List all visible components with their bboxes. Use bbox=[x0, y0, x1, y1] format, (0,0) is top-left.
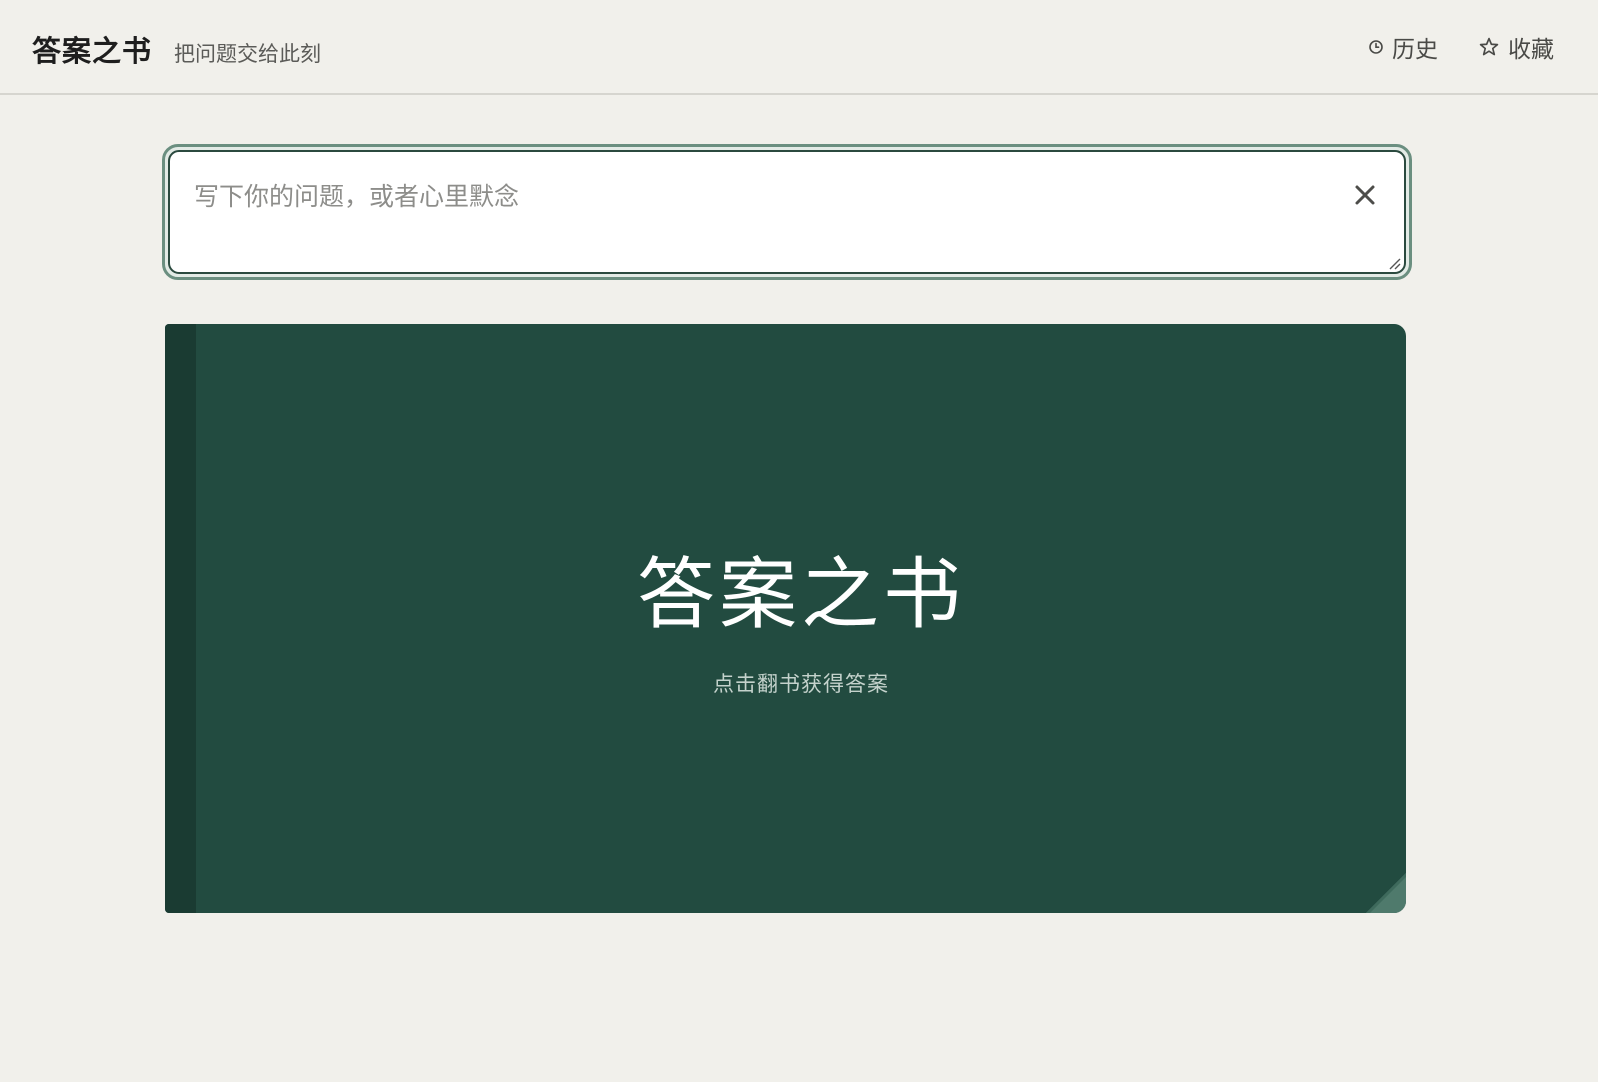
app-header: 答案之书 把问题交给此刻 历史 收藏 bbox=[0, 0, 1598, 95]
question-field bbox=[168, 150, 1406, 274]
clock-icon bbox=[1368, 39, 1384, 55]
question-field-focus-ring bbox=[162, 144, 1412, 280]
app-title: 答案之书 bbox=[32, 34, 153, 68]
brand: 答案之书 把问题交给此刻 bbox=[32, 28, 321, 70]
book-title: 答案之书 bbox=[636, 550, 965, 640]
star-icon bbox=[1478, 36, 1500, 58]
book-hint: 点击翻书获得答案 bbox=[713, 672, 889, 696]
favorites-label: 收藏 bbox=[1508, 37, 1554, 63]
question-input[interactable] bbox=[170, 152, 1404, 272]
history-label: 历史 bbox=[1392, 37, 1438, 63]
app-tagline: 把问题交给此刻 bbox=[174, 42, 322, 66]
answer-book[interactable]: 答案之书 点击翻书获得答案 bbox=[165, 324, 1406, 913]
favorites-button[interactable]: 收藏 bbox=[1478, 30, 1554, 64]
page-corner-fold-icon bbox=[1366, 873, 1406, 913]
resize-handle-icon[interactable] bbox=[1387, 255, 1401, 270]
close-icon bbox=[1355, 185, 1375, 205]
book-spine bbox=[165, 324, 196, 913]
header-nav: 历史 收藏 bbox=[1328, 30, 1554, 64]
history-button[interactable]: 历史 bbox=[1368, 30, 1438, 64]
clear-question-button[interactable] bbox=[1352, 182, 1378, 208]
